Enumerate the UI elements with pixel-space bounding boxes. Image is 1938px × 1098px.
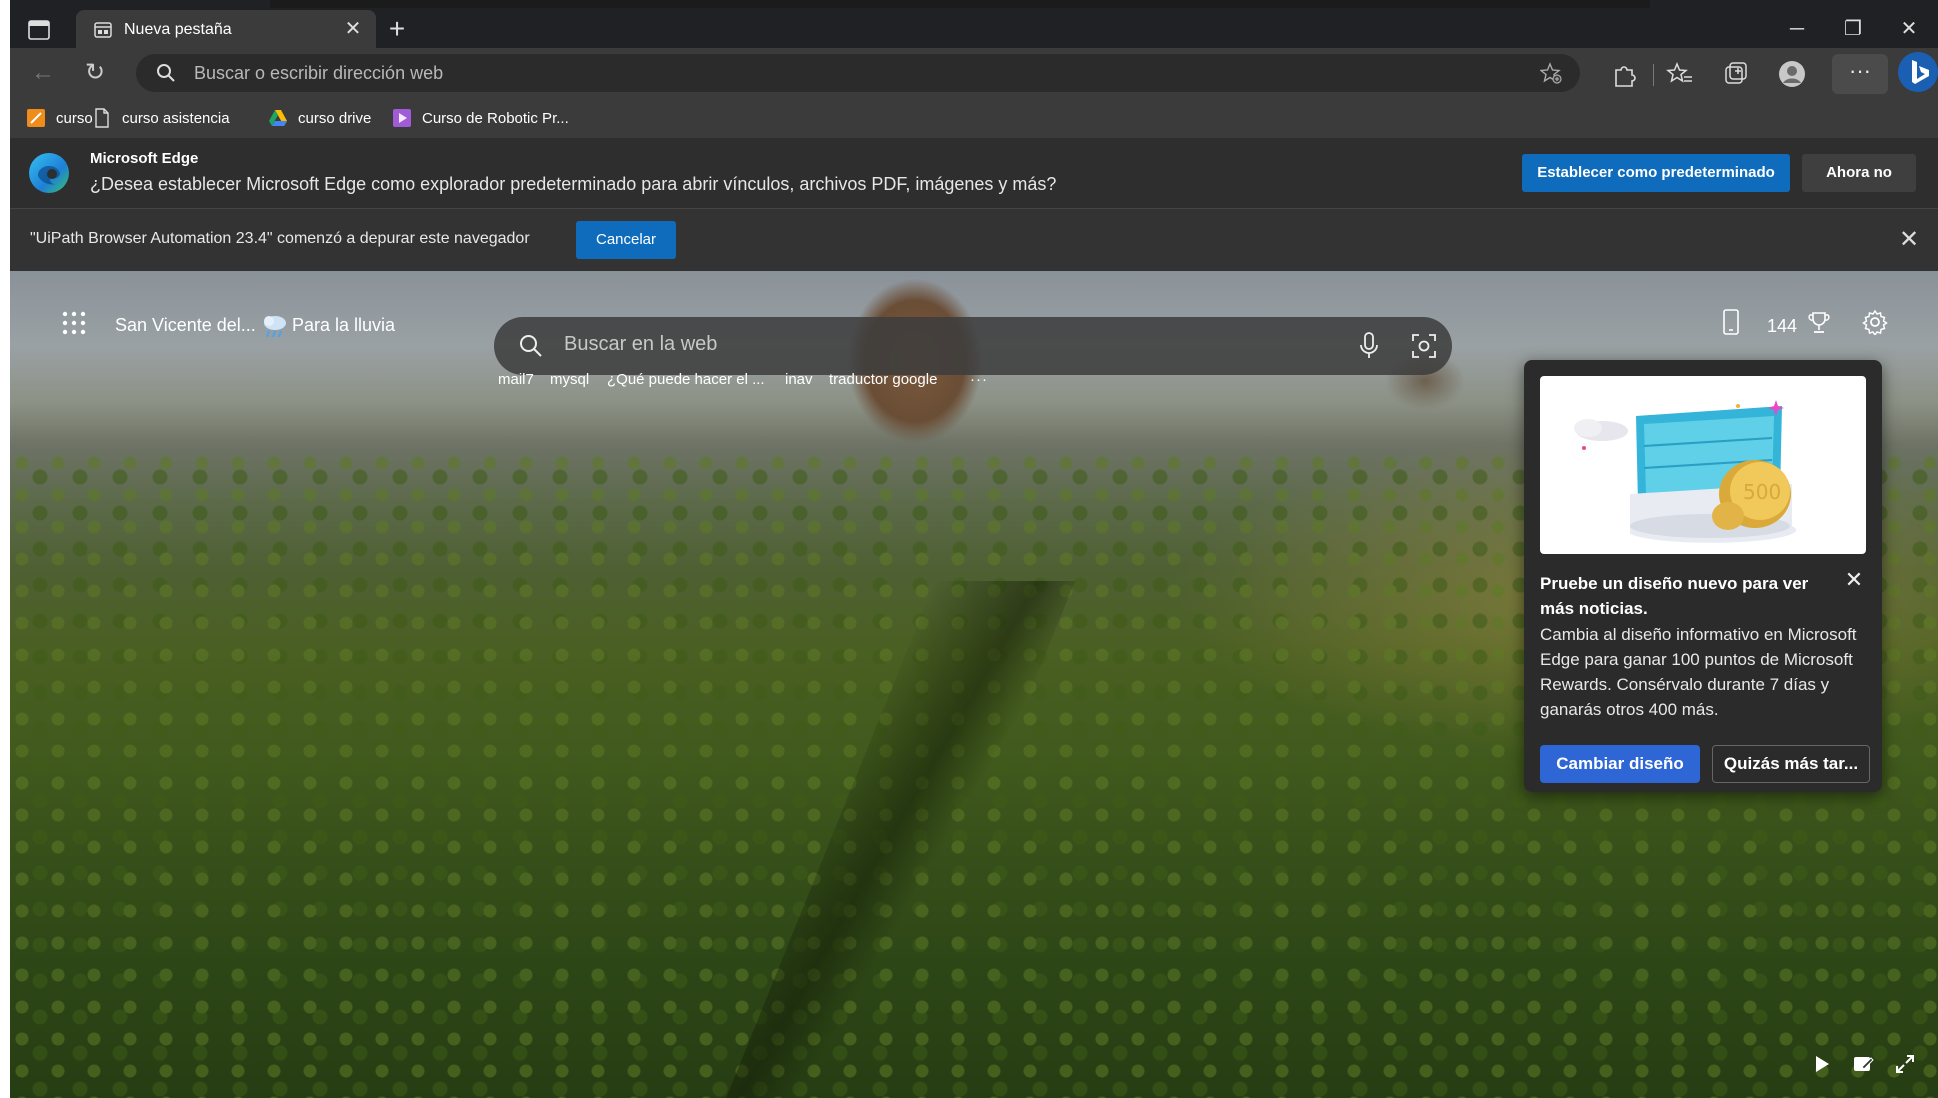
edge-banner-title: Microsoft Edge: [90, 150, 199, 167]
tab-title: Nueva pestaña: [124, 21, 232, 38]
tab-nueva-pestana[interactable]: Nueva pestaña ✕: [76, 10, 376, 48]
back-button[interactable]: ←: [28, 58, 58, 88]
rewards-trophy-icon[interactable]: [1808, 311, 1830, 335]
favorite-curso[interactable]: curso: [26, 104, 93, 132]
debugging-infobar: "UiPath Browser Automation 23.4" comenzó…: [10, 209, 1938, 271]
app-launcher-icon[interactable]: [62, 311, 86, 335]
quick-link-inav[interactable]: inav: [785, 371, 813, 388]
bing-icon: [1912, 60, 1929, 84]
new-tab-page-icon: [94, 22, 112, 38]
maybe-later-button[interactable]: Quizás más tar...: [1712, 745, 1870, 783]
title-bar: Nueva pestaña ✕ + ─ ❐ ✕: [10, 8, 1938, 48]
mobile-phone-icon[interactable]: [1722, 309, 1740, 335]
toolbar: ← ↻ Buscar o escribir dirección web ···: [10, 48, 1938, 98]
add-favorite-icon[interactable]: [1540, 62, 1562, 84]
rewards-coin-illustration: 500: [1574, 400, 1797, 543]
google-drive-icon: [269, 110, 287, 126]
page-icon: [95, 108, 109, 128]
favorite-label: curso: [56, 109, 93, 127]
bing-chat-button[interactable]: [1898, 52, 1938, 92]
visual-search-icon[interactable]: [1410, 332, 1438, 360]
extensions-icon[interactable]: [1610, 60, 1638, 88]
favorite-curso-robotic[interactable]: Curso de Robotic Pr...: [392, 104, 569, 132]
cancel-debugging-button[interactable]: Cancelar: [576, 221, 676, 259]
favorite-curso-drive[interactable]: curso drive: [268, 104, 371, 132]
collections-icon[interactable]: [1722, 60, 1750, 88]
favorite-curso-asistencia[interactable]: curso asistencia: [92, 104, 230, 132]
refresh-button[interactable]: ↻: [80, 58, 110, 88]
quick-link-traductor-google[interactable]: traductor google: [829, 371, 937, 388]
favorites-bar: curso curso asistencia curso drive Curso…: [10, 98, 1938, 139]
quick-links-more[interactable]: ···: [970, 371, 988, 388]
default-browser-banner: Microsoft Edge ¿Desea establecer Microso…: [10, 138, 1938, 209]
debugging-message: "UiPath Browser Automation 23.4" comenzó…: [30, 230, 530, 247]
new-tab-button[interactable]: +: [382, 14, 412, 44]
change-layout-button[interactable]: Cambiar diseño: [1540, 745, 1700, 783]
sidebar-toggle-icon[interactable]: [28, 20, 50, 40]
toolbar-separator: [1653, 64, 1654, 86]
minimize-button[interactable]: ─: [1774, 14, 1820, 44]
close-window-button[interactable]: ✕: [1886, 14, 1932, 44]
popup-title: Pruebe un diseño nuevo para ver más noti…: [1540, 574, 1809, 618]
orange-bookmark-icon: [27, 109, 45, 127]
favorite-label: Curso de Robotic Pr...: [422, 109, 569, 127]
close-tab-icon[interactable]: ✕: [342, 18, 364, 40]
favorite-label: curso drive: [298, 109, 372, 127]
close-infobar-icon[interactable]: ✕: [1896, 227, 1922, 253]
address-bar[interactable]: Buscar o escribir dirección web: [136, 54, 1580, 92]
page-settings-gear-icon[interactable]: [1862, 309, 1888, 335]
edge-banner-message: ¿Desea establecer Microsoft Edge como ex…: [90, 174, 1057, 194]
restore-button[interactable]: ❐: [1830, 14, 1876, 44]
quick-link-mysql[interactable]: mysql: [550, 371, 589, 388]
new-tab-page: San Vicente del... Para la lluvia 144 Bu…: [10, 271, 1938, 1098]
rewards-illustration: 500: [1540, 376, 1866, 554]
search-icon: [157, 64, 175, 82]
play-video-icon[interactable]: [1810, 1053, 1832, 1075]
profile-avatar-icon[interactable]: [1778, 60, 1806, 88]
web-search-box[interactable]: Buscar en la web: [494, 317, 1452, 375]
search-icon: [520, 335, 542, 357]
weather-forecast[interactable]: Para la lluvia: [292, 315, 395, 336]
quick-link-que-puede[interactable]: ¿Qué puede hacer el ...: [607, 371, 765, 388]
rewards-points[interactable]: 144: [1767, 316, 1797, 337]
not-now-button[interactable]: Ahora no: [1802, 154, 1916, 192]
quick-link-mail7[interactable]: mail7: [498, 371, 534, 388]
coin-value: 500: [1743, 480, 1781, 504]
weather-location[interactable]: San Vicente del...: [115, 315, 256, 336]
fullscreen-icon[interactable]: [1894, 1053, 1916, 1075]
microsoft-edge-logo: [29, 153, 69, 193]
microphone-icon[interactable]: [1356, 331, 1382, 361]
favorites-icon[interactable]: [1666, 60, 1694, 88]
layout-promo-popup: 500 Pruebe un diseño nuevo para ver más …: [1524, 360, 1882, 792]
browser-window: Nueva pestaña ✕ + ─ ❐ ✕ ← ↻ Buscar o esc…: [10, 0, 1938, 1098]
popup-body: Cambia al diseño informativo en Microsof…: [1540, 625, 1857, 719]
edit-background-icon[interactable]: [1852, 1053, 1874, 1075]
rain-cloud-icon: [264, 316, 286, 338]
favorite-label: curso asistencia: [122, 109, 230, 127]
close-popup-icon[interactable]: ✕: [1842, 568, 1866, 592]
purple-bookmark-icon: [393, 109, 411, 127]
address-placeholder: Buscar o escribir dirección web: [194, 63, 444, 83]
set-default-button[interactable]: Establecer como predeterminado: [1522, 154, 1790, 192]
search-placeholder: Buscar en la web: [564, 333, 718, 355]
settings-and-more-button[interactable]: ···: [1832, 54, 1888, 94]
